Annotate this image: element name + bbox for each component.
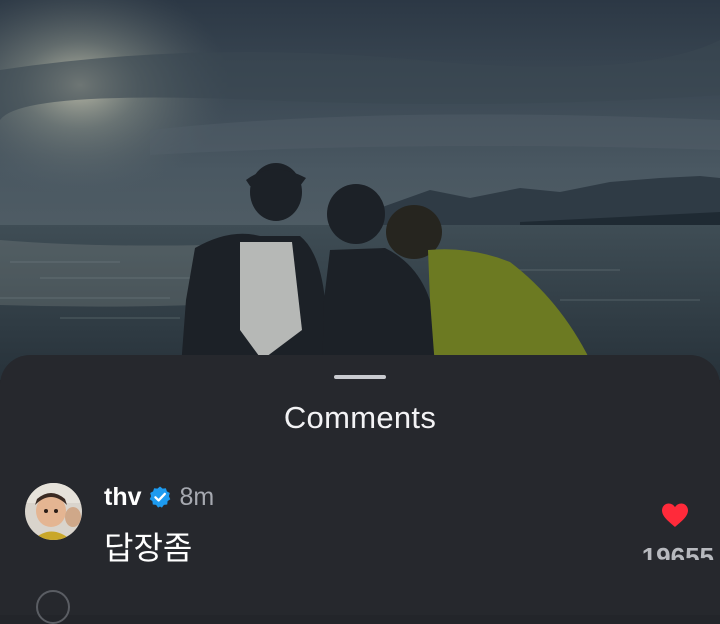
like-count: 19655 [641,542,714,560]
avatar[interactable] [25,483,82,540]
sheet-drag-handle[interactable] [334,375,386,379]
comments-sheet: Comments thv 8m 답장좀 19655 [0,355,720,615]
comment-username[interactable]: thv [104,483,142,512]
post-photo [0,0,720,380]
comment-timestamp: 8m [179,482,215,511]
heart-icon[interactable] [660,502,690,528]
next-comment-avatar[interactable] [36,590,70,624]
verified-badge-icon [148,485,172,509]
sheet-title: Comments [283,400,437,435]
comment-text: 답장좀 [104,530,193,566]
comment-item[interactable]: thv 8m 답장좀 19655 [0,480,720,600]
